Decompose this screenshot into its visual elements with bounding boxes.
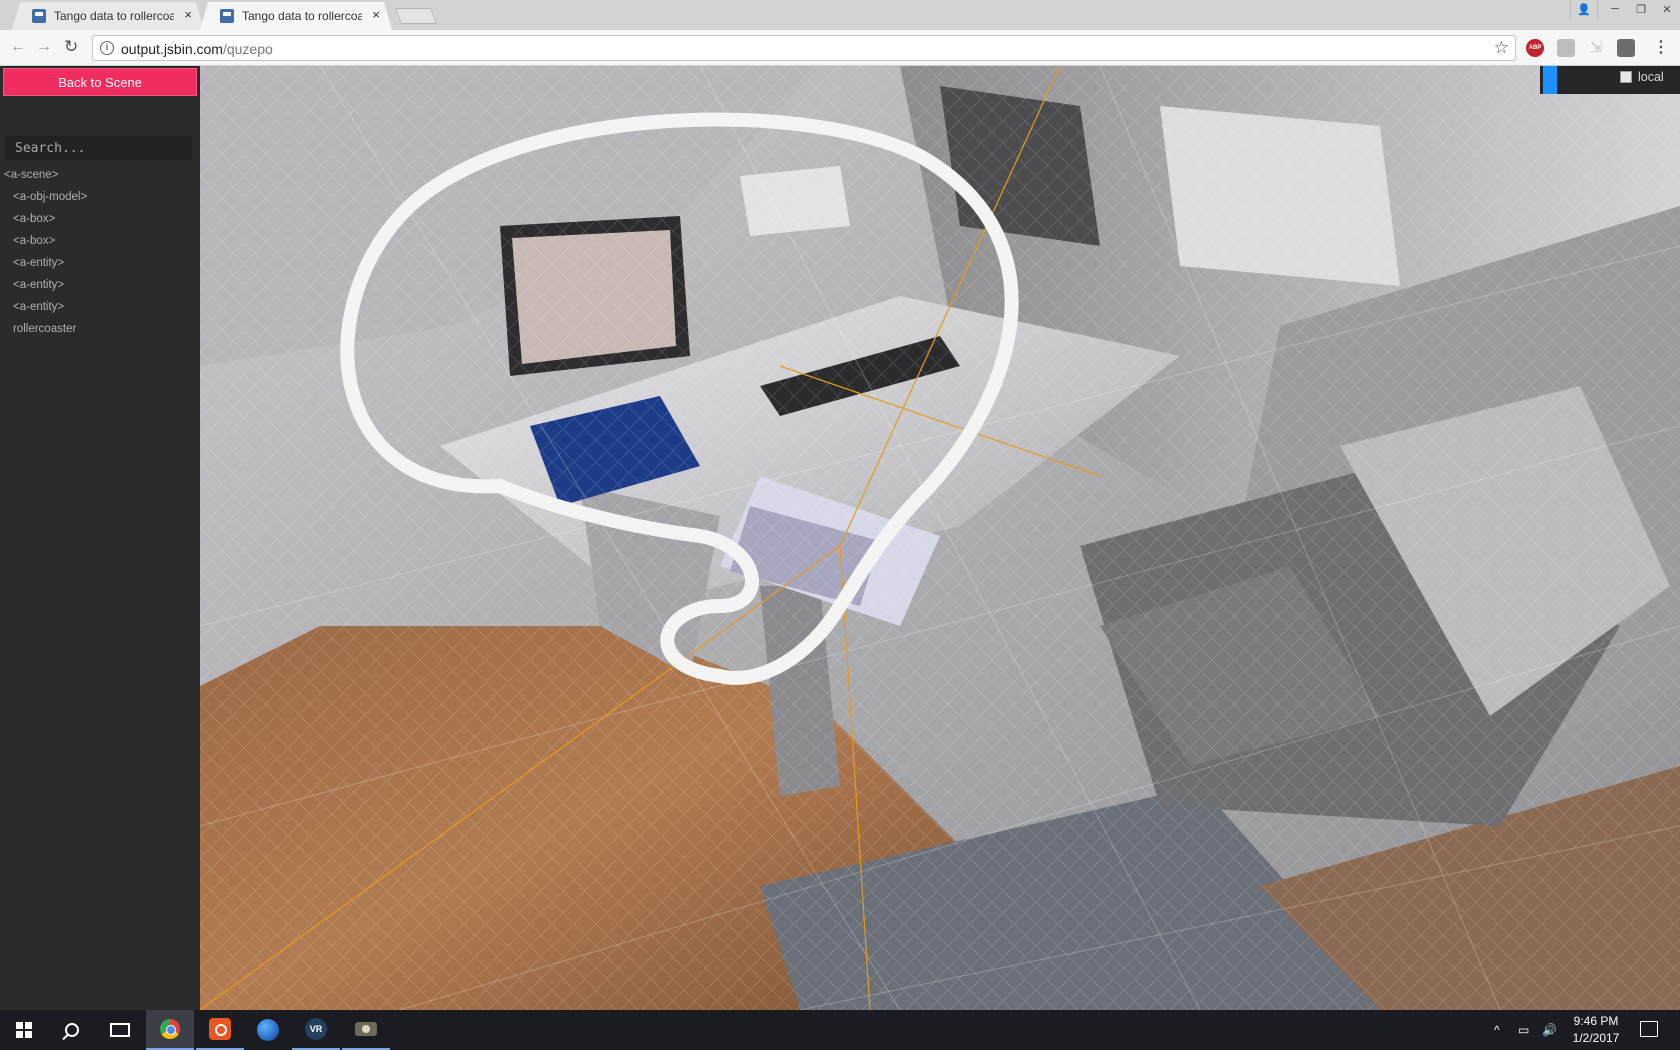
taskbar-chrome[interactable] (146, 1010, 194, 1050)
tab-strip: Tango data to rollercoast × Tango data t… (0, 0, 1680, 30)
clock-time: 9:46 PM (1573, 1014, 1619, 1028)
back-arrow-icon[interactable]: ← (10, 38, 26, 56)
search-icon (65, 1023, 79, 1037)
forward-arrow-icon[interactable]: → (36, 38, 52, 56)
clock-date: 1/2/2017 (1572, 1031, 1620, 1045)
chrome-icon (160, 1019, 180, 1039)
windows-start-icon (16, 1022, 32, 1038)
taskbar-globe-app[interactable] (244, 1010, 292, 1050)
tree-item-a-box[interactable]: <a-box> (0, 208, 200, 230)
close-window-icon[interactable]: ✕ (1654, 0, 1680, 18)
taskbar-ubuntu[interactable] (196, 1010, 244, 1050)
tab-close-icon[interactable]: × (184, 8, 192, 22)
task-view-icon (110, 1023, 130, 1037)
windows-start-button[interactable] (0, 1010, 48, 1050)
address-bar[interactable]: i output.jsbin.com/quzepo ☆ (92, 35, 1516, 61)
app-icon (355, 1022, 377, 1036)
extension-icon[interactable] (1617, 39, 1635, 57)
browser-toolbar: ← → ↻ i output.jsbin.com/quzepo ☆ ABP ⇲ … (0, 30, 1680, 66)
minimize-icon[interactable]: ─ (1602, 0, 1628, 18)
local-label: local (1638, 70, 1664, 84)
local-checkbox[interactable] (1620, 71, 1632, 83)
chrome-menu-icon[interactable]: ⋮ (1652, 39, 1670, 57)
viewport-accent (1543, 66, 1557, 94)
window-controls: 👤 ─ ❐ ✕ (1570, 0, 1680, 18)
tree-item-a-box[interactable]: <a-box> (0, 230, 200, 252)
extension-arrow-icon[interactable]: ⇲ (1587, 39, 1605, 57)
tree-item-a-scene[interactable]: <a-scene> (0, 164, 200, 186)
task-view-button[interactable] (96, 1010, 144, 1050)
scene-search-input[interactable] (5, 136, 192, 160)
new-tab-button[interactable] (395, 8, 437, 24)
volume-icon[interactable]: 🔊 (1542, 1010, 1557, 1050)
scene-viewport[interactable]: local (200, 66, 1680, 1010)
transform-controls-overlay: local (1540, 66, 1680, 94)
tree-item-a-entity[interactable]: <a-entity> (0, 296, 200, 318)
site-info-icon[interactable]: i (100, 41, 114, 55)
scene-graph-tree: <a-scene> <a-obj-model> <a-box> <a-box> … (0, 164, 200, 340)
adblock-plus-icon[interactable]: ABP (1526, 39, 1544, 57)
taskbar-other-app[interactable] (342, 1010, 390, 1050)
tab-close-icon[interactable]: × (372, 8, 380, 22)
globe-icon (257, 1019, 279, 1041)
url-path: /quzepo (222, 41, 273, 57)
tree-item-a-entity[interactable]: <a-entity> (0, 274, 200, 296)
extension-icon[interactable] (1557, 39, 1575, 57)
windows-taskbar: VR ^ ▭ 🔊 9:46 PM 1/2/2017 (0, 1010, 1680, 1050)
back-to-scene-button[interactable]: Back to Scene (3, 68, 197, 96)
reload-icon[interactable]: ↻ (64, 38, 78, 56)
tray-chevron-icon[interactable]: ^ (1494, 1010, 1500, 1050)
browser-tab[interactable]: Tango data to rollercoast × (12, 2, 204, 30)
url-host: output.jsbin.com (121, 41, 223, 57)
tab-title: Tango data to rollercoast (54, 9, 174, 23)
tab-title: Tango data to rollercoast (242, 9, 362, 23)
vr-icon: VR (305, 1018, 327, 1040)
bookmark-star-icon[interactable]: ☆ (1494, 38, 1509, 58)
scanned-room-mesh (200, 66, 1680, 1010)
profile-icon[interactable]: 👤 (1570, 0, 1598, 18)
taskbar-search-button[interactable] (48, 1010, 96, 1050)
tree-item-a-obj-model[interactable]: <a-obj-model> (0, 186, 200, 208)
restore-icon[interactable]: ❐ (1628, 0, 1654, 18)
system-clock[interactable]: 9:46 PM 1/2/2017 (1566, 1013, 1626, 1047)
network-icon[interactable]: ▭ (1518, 1010, 1529, 1050)
inspector-sidebar: Back to Scene <a-scene> <a-obj-model> <a… (0, 66, 200, 1010)
notifications-icon[interactable] (1640, 1021, 1658, 1037)
ubuntu-icon (209, 1018, 231, 1040)
jsbin-favicon-icon (32, 9, 46, 23)
jsbin-favicon-icon (220, 9, 234, 23)
taskbar-vr-app[interactable]: VR (292, 1010, 340, 1050)
url-text[interactable]: output.jsbin.com/quzepo (121, 41, 273, 57)
tree-item-rollercoaster[interactable]: rollercoaster (0, 318, 200, 340)
tree-item-a-entity[interactable]: <a-entity> (0, 252, 200, 274)
browser-tab-active[interactable]: Tango data to rollercoast × (200, 2, 392, 30)
